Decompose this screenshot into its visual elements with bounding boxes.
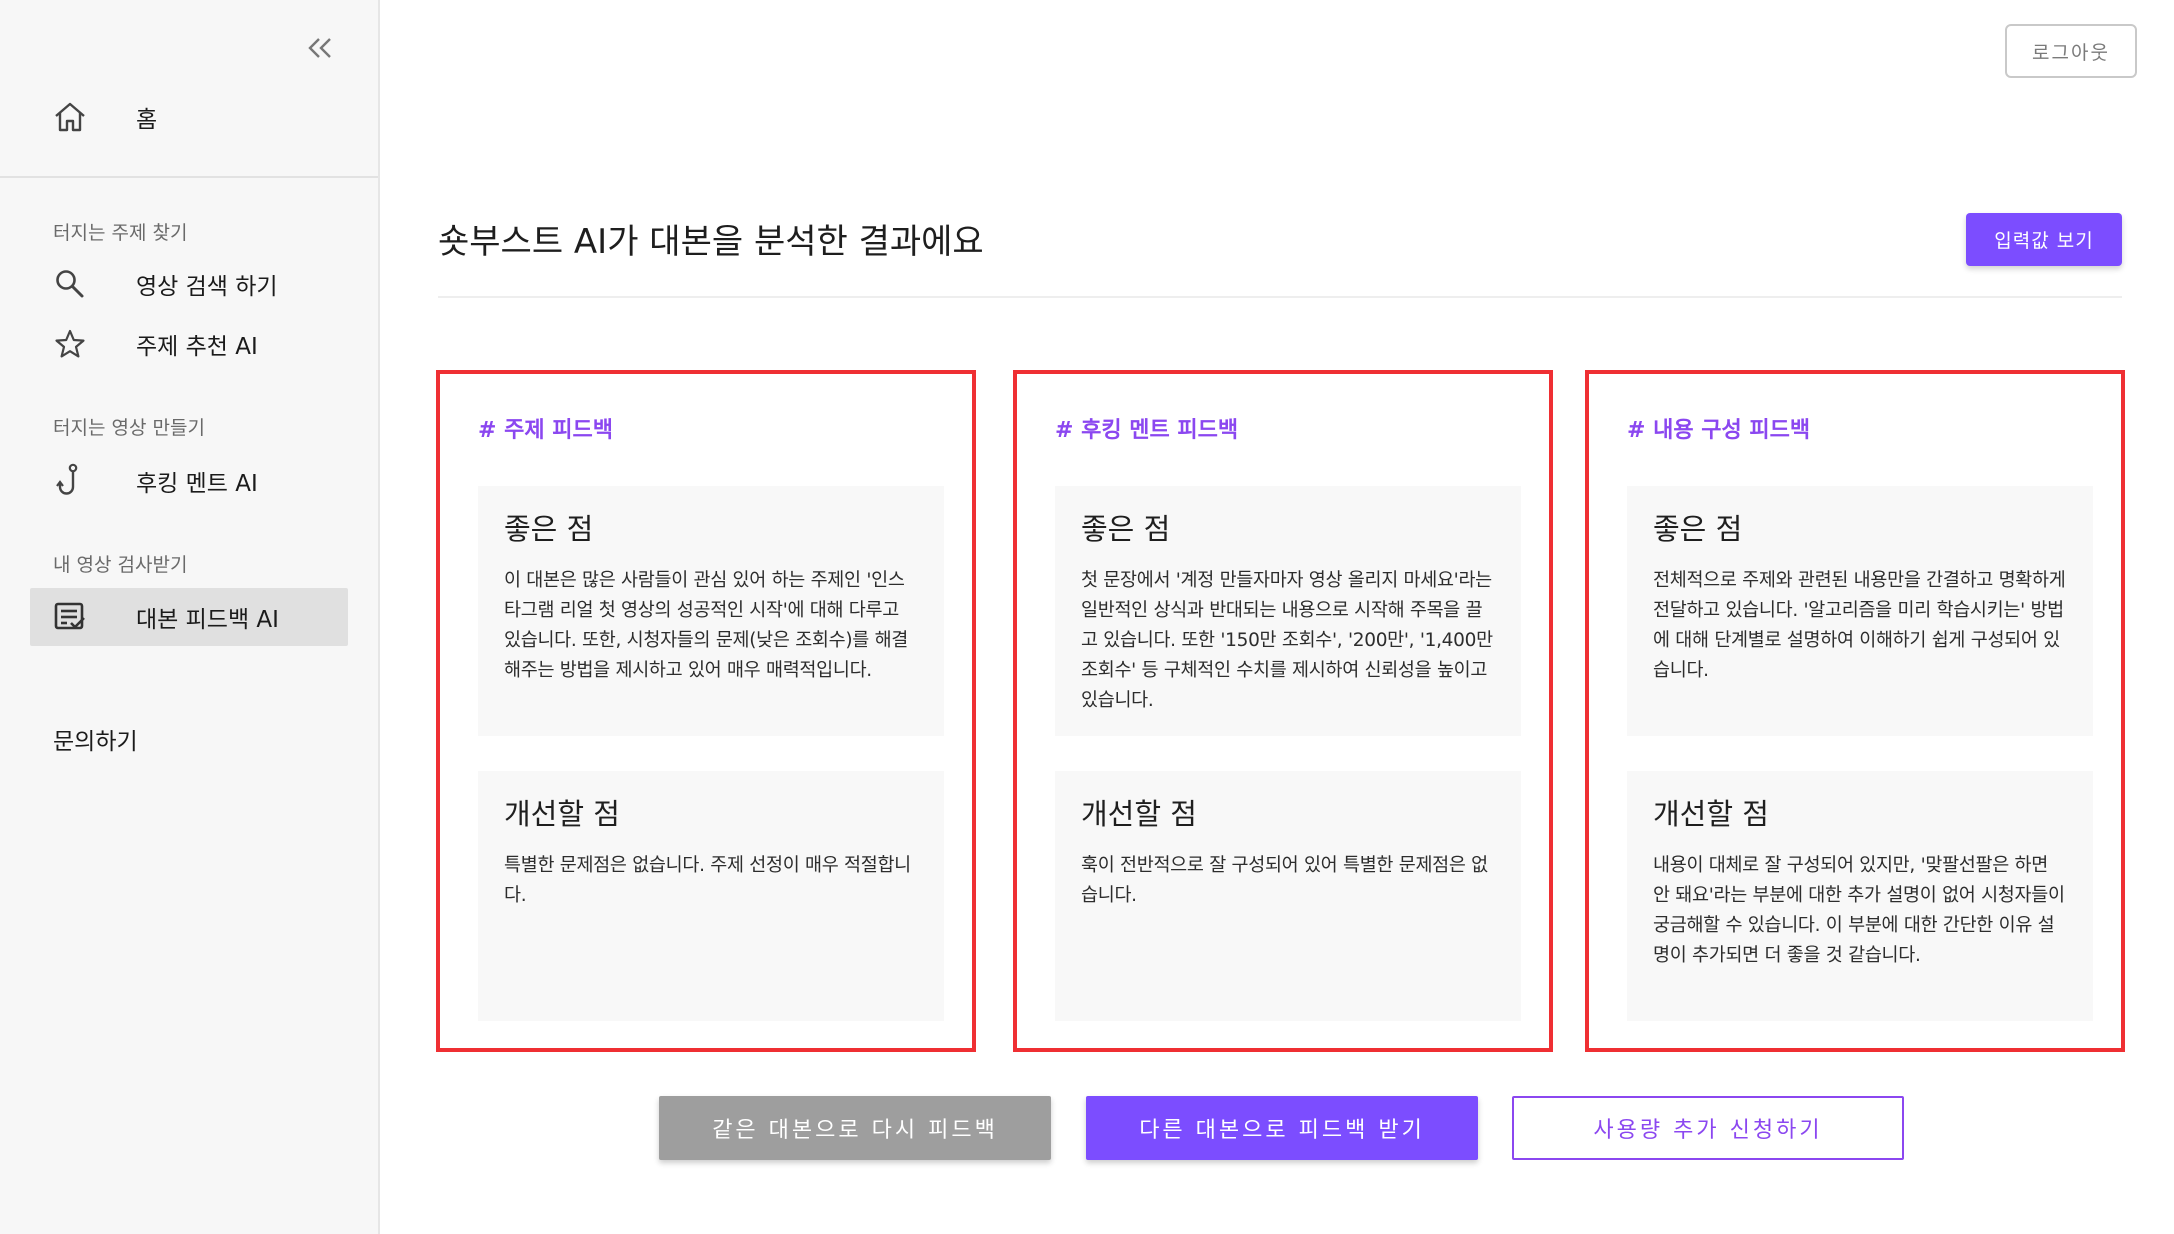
sidebar-item-hooking-ment[interactable]: 후킹 멘트 AI	[30, 452, 348, 510]
home-icon	[30, 88, 110, 146]
sidebar-item-video-search[interactable]: 영상 검색 하기	[30, 255, 348, 313]
sidebar-item-label: 홈	[136, 107, 158, 133]
improve-points-title: 개선할 점	[1081, 797, 1197, 831]
double-chevron-left-icon	[308, 38, 331, 58]
improve-points-title: 개선할 점	[1653, 797, 1769, 831]
script-check-icon	[30, 588, 110, 646]
request-more-usage-button[interactable]: 사용량 추가 신청하기	[1512, 1096, 1904, 1160]
good-points-text: 첫 문장에서 '계정 만들자마자 영상 올리지 마세요'라는 일반적인 상식과 …	[1081, 570, 1493, 711]
sidebar-item-label: 후킹 멘트 AI	[136, 471, 258, 497]
good-points-title: 좋은 점	[1081, 512, 1171, 546]
card-title: # 후킹 멘트 피드백	[1055, 418, 1239, 443]
hook-icon	[30, 452, 110, 510]
good-points-text: 전체적으로 주제와 관련된 내용만을 간결하고 명확하게 전달하고 있습니다. …	[1653, 570, 2066, 681]
feedback-card-topic: # 주제 피드백 좋은 점 이 대본은 많은 사람들이 관심 있어 하는 주제인…	[436, 370, 976, 1052]
sidebar-item-topic-recommend[interactable]: 주제 추천 AI	[30, 315, 348, 373]
good-points-title: 좋은 점	[1653, 512, 1743, 546]
improve-points-text: 내용이 대체로 잘 구성되어 있지만, '맞팔선팔은 하면 안 돼요'라는 부분…	[1653, 855, 2065, 966]
logout-button[interactable]: 로그아웃	[2005, 24, 2137, 78]
section-title-make-videos: 터지는 영상 만들기	[53, 417, 205, 439]
improve-points-text: 특별한 문제점은 없습니다. 주제 선정이 매우 적절합니다.	[504, 855, 911, 906]
sidebar-item-home[interactable]: 홈	[30, 88, 348, 146]
good-points-text: 이 대본은 많은 사람들이 관심 있어 하는 주제인 '인스타그램 리얼 첫 영…	[504, 570, 909, 681]
collapse-sidebar-button[interactable]	[300, 28, 340, 68]
improve-points-box: 개선할 점 특별한 문제점은 없습니다. 주제 선정이 매우 적절합니다.	[478, 771, 944, 1021]
sidebar: 홈 터지는 주제 찾기 영상 검색 하기 주제 추천 AI 터지는 영상 만들기	[0, 0, 380, 1234]
section-title-inspect-videos: 내 영상 검사받기	[53, 554, 188, 576]
section-title-find-topics: 터지는 주제 찾기	[53, 222, 188, 244]
sidebar-item-label: 주제 추천 AI	[136, 334, 258, 360]
star-icon	[30, 315, 110, 373]
sidebar-item-label: 영상 검색 하기	[136, 274, 278, 300]
retry-same-script-button[interactable]: 같은 대본으로 다시 피드백	[659, 1096, 1051, 1160]
page-title: 숏부스트 AI가 대본을 분석한 결과에요	[438, 222, 984, 262]
feedback-card-structure: # 내용 구성 피드백 좋은 점 전체적으로 주제와 관련된 내용만을 간결하고…	[1585, 370, 2125, 1052]
sidebar-item-label: 대본 피드백 AI	[136, 607, 279, 633]
sidebar-item-script-feedback[interactable]: 대본 피드백 AI	[30, 588, 348, 646]
sidebar-divider	[0, 176, 378, 178]
improve-points-box: 개선할 점 훅이 전반적으로 잘 구성되어 있어 특별한 문제점은 없습니다.	[1055, 771, 1521, 1021]
feedback-card-hooking: # 후킹 멘트 피드백 좋은 점 첫 문장에서 '계정 만들자마자 영상 올리지…	[1013, 370, 1553, 1052]
contact-link[interactable]: 문의하기	[53, 722, 138, 756]
improve-points-title: 개선할 점	[504, 797, 620, 831]
title-divider	[438, 296, 2122, 298]
view-input-button[interactable]: 입력값 보기	[1966, 213, 2122, 266]
card-title: # 내용 구성 피드백	[1627, 418, 1811, 443]
good-points-box: 좋은 점 이 대본은 많은 사람들이 관심 있어 하는 주제인 '인스타그램 리…	[478, 486, 944, 736]
feedback-other-script-button[interactable]: 다른 대본으로 피드백 받기	[1086, 1096, 1478, 1160]
good-points-title: 좋은 점	[504, 512, 594, 546]
card-title: # 주제 피드백	[478, 418, 613, 443]
good-points-box: 좋은 점 첫 문장에서 '계정 만들자마자 영상 올리지 마세요'라는 일반적인…	[1055, 486, 1521, 736]
improve-points-box: 개선할 점 내용이 대체로 잘 구성되어 있지만, '맞팔선팔은 하면 안 돼요…	[1627, 771, 2093, 1021]
search-icon	[30, 255, 110, 313]
improve-points-text: 훅이 전반적으로 잘 구성되어 있어 특별한 문제점은 없습니다.	[1081, 855, 1488, 906]
good-points-box: 좋은 점 전체적으로 주제와 관련된 내용만을 간결하고 명확하게 전달하고 있…	[1627, 486, 2093, 736]
